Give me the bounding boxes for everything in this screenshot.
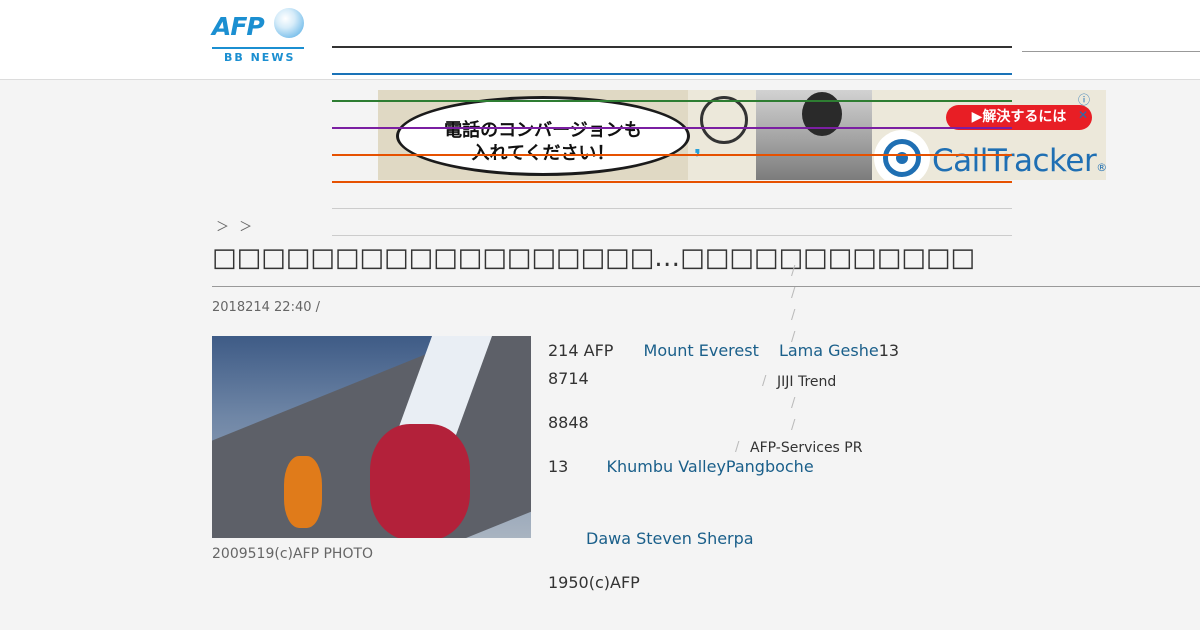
title-divider (212, 286, 1200, 287)
nav-line-4 (332, 127, 1012, 129)
logo-wordmark: AFP (212, 12, 265, 41)
sidebar-link-afp-services[interactable]: AFP-Services PR (750, 440, 862, 456)
scribble-icon (700, 96, 748, 144)
ad-brand-text: CallTracker (932, 143, 1097, 179)
person-head (802, 92, 842, 136)
nav-line-3 (332, 100, 1012, 102)
p1-tail: 13 (878, 341, 900, 360)
nav-line-7 (332, 208, 1012, 209)
paragraph-5: Dawa Steven Sherpa (586, 529, 754, 548)
separator: / (791, 330, 796, 345)
nav-line-5 (332, 154, 1012, 156)
sweat-drop-icon: ❜ (694, 146, 702, 171)
logo-subtitle: BB NEWS (224, 51, 296, 64)
separator: / (762, 374, 767, 389)
nav-line-2 (332, 73, 1012, 75)
logo-underline (212, 47, 304, 49)
khumbu-valley-link[interactable]: Khumbu ValleyPangboche (606, 457, 813, 476)
paragraph-6: 1950(c)AFP (548, 573, 640, 592)
p4-text: 13 (548, 457, 569, 476)
afp-logo[interactable]: AFP BB NEWS (212, 8, 306, 66)
p1-text: 214 AFP (548, 341, 614, 360)
separator: / (791, 286, 796, 301)
dawa-steven-sherpa-link[interactable]: Dawa Steven Sherpa (586, 529, 754, 548)
globe-icon (274, 8, 304, 38)
registered-mark: ® (1096, 161, 1106, 174)
photo-climber-red (370, 424, 470, 538)
speech-bubble: 電話のコンバージョンも 入れてください！ (396, 96, 690, 176)
bubble-text: 電話のコンバージョンも 入れてください！ (399, 119, 687, 165)
header-right-rule (1022, 51, 1200, 52)
breadcrumb[interactable]: ＞ ＞ (216, 216, 252, 235)
article-title: □□□□□□□□□□□□□□□□□□…□□□□□□□□□□□□ (212, 243, 975, 273)
ad-info-icon[interactable]: ⓘ (1078, 93, 1090, 107)
ad-close-icon[interactable]: ✕ (1078, 108, 1088, 122)
bubble-line-1: 電話のコンバージョンも (444, 120, 642, 141)
photo-climber-orange (284, 456, 322, 528)
paragraph-2: 8714 (548, 369, 589, 388)
mount-everest-link[interactable]: Mount Everest (644, 341, 759, 360)
separator: / (735, 440, 740, 455)
nav-line-8 (332, 235, 1012, 236)
separator: / (791, 264, 796, 279)
separator: / (791, 396, 796, 411)
nav-line-6 (332, 181, 1012, 183)
nav-line-1 (332, 46, 1012, 48)
calltracker-ad-banner[interactable]: 電話のコンバージョンも 入れてください！ ❜ ▶解決するには CallTrack… (378, 90, 1106, 180)
ad-controls: ⓘ ✕ (1074, 91, 1106, 122)
article-meta: 2018214 22:40 / (212, 300, 321, 315)
paragraph-3: 8848 (548, 413, 589, 432)
paragraph-1: 214 AFP Mount Everest Lama Geshe13 (548, 341, 899, 360)
article-photo[interactable] (212, 336, 531, 538)
paragraph-4: 13 Khumbu ValleyPangboche (548, 457, 814, 476)
ad-brand-name: CallTracker® (932, 143, 1106, 179)
sidebar-link-jiji-trend[interactable]: JIJI Trend (777, 374, 836, 390)
separator: / (791, 308, 796, 323)
separator: / (791, 418, 796, 433)
site-header: AFP BB NEWS (0, 0, 1200, 80)
photo-caption: 2009519(c)AFP PHOTO (212, 546, 374, 562)
